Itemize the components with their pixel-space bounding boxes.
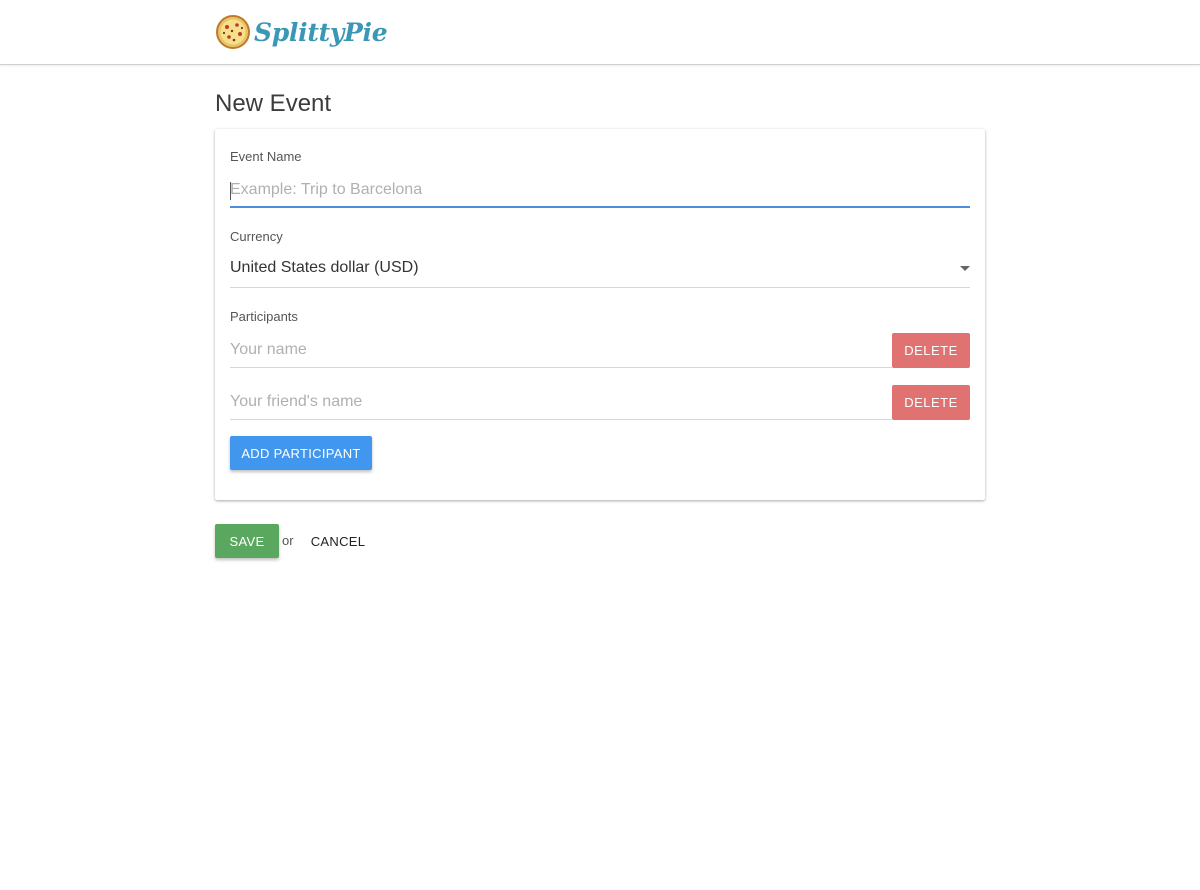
brand-logo[interactable]: SplittyPie	[215, 14, 388, 50]
participant-name-input[interactable]	[230, 335, 890, 365]
brand-name: SplittyPie	[254, 17, 388, 47]
event-name-label: Event Name	[230, 149, 302, 164]
participant-name-input[interactable]	[230, 387, 890, 417]
save-button[interactable]: SAVE	[215, 524, 279, 558]
add-participant-button[interactable]: ADD PARTICIPANT	[230, 436, 372, 470]
cancel-button[interactable]: CANCEL	[300, 524, 376, 558]
currency-underline	[230, 287, 970, 288]
currency-selected-value: United States dollar (USD)	[230, 259, 419, 276]
currency-select[interactable]: United States dollar (USD)	[230, 259, 970, 281]
or-separator: or	[282, 533, 294, 548]
delete-participant-button[interactable]: DELETE	[892, 385, 970, 420]
event-name-underline	[230, 206, 970, 208]
pizza-icon	[215, 14, 251, 50]
participant-underline	[230, 419, 892, 420]
delete-participant-button[interactable]: DELETE	[892, 333, 970, 368]
text-cursor	[230, 182, 231, 200]
top-bar: SplittyPie	[0, 0, 1200, 65]
caret-down-icon	[960, 266, 970, 271]
participant-underline	[230, 367, 892, 368]
participants-label: Participants	[230, 309, 298, 324]
event-name-input[interactable]	[230, 175, 970, 205]
page-title: New Event	[215, 90, 332, 117]
event-form-card: Event Name Currency United States dollar…	[215, 129, 985, 500]
currency-label: Currency	[230, 229, 283, 244]
